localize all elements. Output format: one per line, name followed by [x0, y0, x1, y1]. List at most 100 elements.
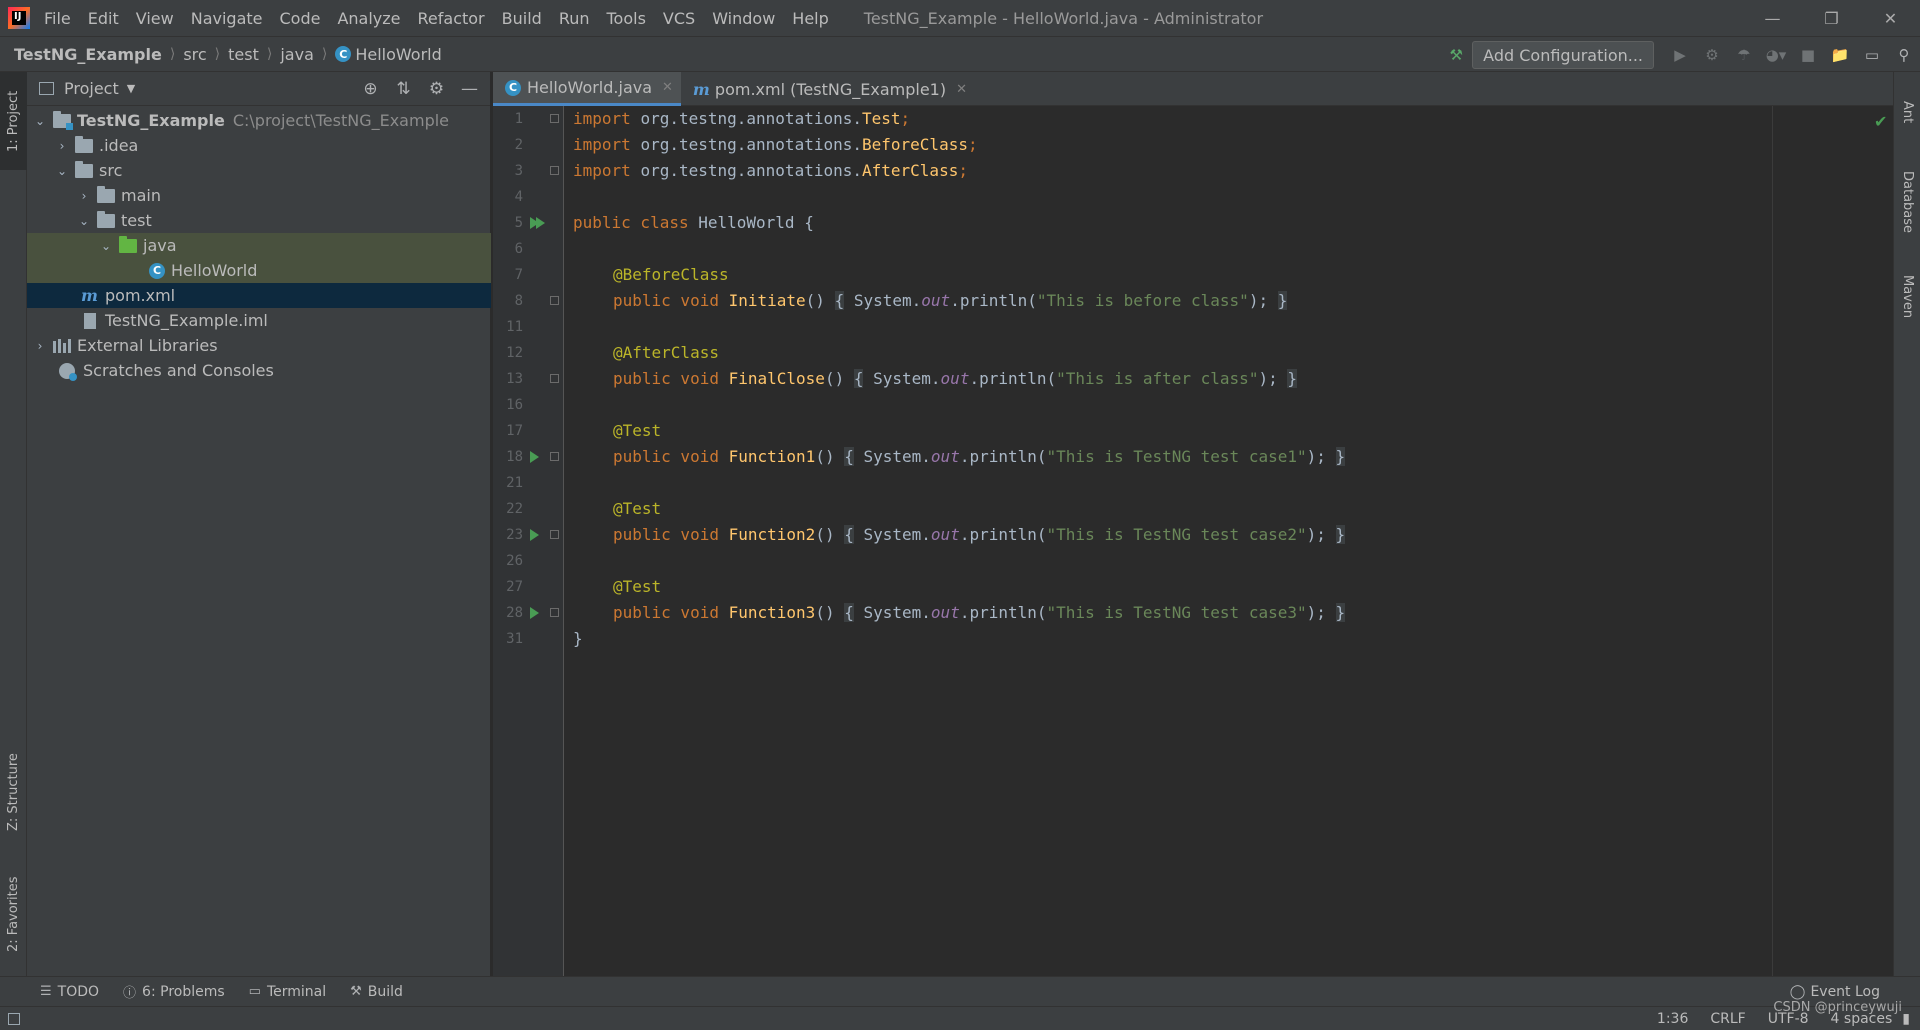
static-field: out: [921, 291, 951, 310]
run-test-icon[interactable]: [530, 444, 542, 470]
line-separator[interactable]: CRLF: [1710, 1011, 1745, 1027]
chevron-down-icon[interactable]: ⌄: [55, 164, 69, 178]
line-number: 21: [506, 475, 523, 491]
fold-icon[interactable]: [550, 608, 559, 617]
menu-code[interactable]: Code: [280, 9, 321, 28]
chevron-right-icon[interactable]: ›: [55, 139, 69, 153]
fold-icon[interactable]: [550, 530, 559, 539]
todo-label: TODO: [57, 983, 100, 1000]
fold-icon[interactable]: [550, 374, 559, 383]
menu-run[interactable]: Run: [559, 9, 590, 28]
breadcrumb-java[interactable]: java: [280, 45, 314, 64]
build-hammer-icon[interactable]: ⚒: [1440, 37, 1472, 73]
tree-item-pom-xml[interactable]: m pom.xml: [27, 283, 491, 308]
breadcrumb-src[interactable]: src: [183, 45, 206, 64]
tree-item-external-libraries[interactable]: › External Libraries: [27, 333, 491, 358]
profile-icon[interactable]: ◕▾: [1760, 37, 1792, 73]
tool-window-ant-tab[interactable]: Ant: [1894, 82, 1920, 142]
tree-item-project-root[interactable]: ⌄ TestNG_Example C:\project\TestNG_Examp…: [27, 108, 491, 133]
menu-build[interactable]: Build: [502, 9, 542, 28]
fold-icon[interactable]: [550, 296, 559, 305]
tool-window-database-tab[interactable]: Database: [1894, 152, 1920, 252]
caret-position[interactable]: 1:36: [1657, 1011, 1688, 1027]
menu-window[interactable]: Window: [712, 9, 775, 28]
line-number: 31: [506, 631, 523, 647]
project-view-selector[interactable]: Project: [64, 79, 119, 98]
code-editor[interactable]: 1 2 3 4 5 6 7 8 11 12 13 16 17 18 21 22 …: [493, 106, 1893, 976]
tree-item-idea[interactable]: › .idea: [27, 133, 491, 158]
breadcrumb-helloworld[interactable]: HelloWorld: [355, 45, 441, 64]
menu-vcs[interactable]: VCS: [663, 9, 695, 28]
brace: {: [834, 291, 845, 310]
hide-panel-icon[interactable]: —: [453, 79, 486, 99]
tab-label: pom.xml (TestNG_Example1): [714, 79, 947, 99]
breadcrumb-separator-icon: ⟩: [214, 46, 221, 62]
locate-target-icon[interactable]: ⊕: [354, 79, 387, 99]
tool-window-maven-tab[interactable]: Maven: [1894, 257, 1920, 337]
code-line: import org.testng.annotations.Test;: [573, 106, 910, 132]
minimize-icon[interactable]: —: [1743, 0, 1802, 36]
close-icon[interactable]: ✕: [956, 82, 967, 97]
run-icon[interactable]: ▶: [1664, 37, 1696, 73]
fold-icon[interactable]: [550, 114, 559, 123]
tree-item-helloworld[interactable]: C HelloWorld: [27, 258, 491, 283]
fold-icon[interactable]: [550, 166, 559, 175]
menu-analyze[interactable]: Analyze: [337, 9, 400, 28]
run-class-icon[interactable]: [530, 210, 542, 236]
tool-window-project-tab[interactable]: 1: Project: [0, 72, 27, 170]
coverage-icon[interactable]: ☂: [1728, 37, 1760, 73]
close-icon[interactable]: ✕: [662, 80, 673, 95]
menu-bar: IJ File Edit View Navigate Code Analyze …: [0, 0, 1920, 36]
add-configuration-button[interactable]: Add Configuration...: [1472, 41, 1654, 69]
run-test-icon[interactable]: [530, 600, 542, 626]
chevron-right-icon[interactable]: ›: [77, 189, 91, 203]
tool-window-structure-tab[interactable]: Z: Structure: [0, 740, 27, 844]
breadcrumb-project[interactable]: TestNG_Example: [14, 45, 162, 64]
tree-item-src[interactable]: ⌄ src: [27, 158, 491, 183]
menu-tools[interactable]: Tools: [607, 9, 646, 28]
annotation: @Test: [613, 577, 662, 596]
tool-window-problems-tab[interactable]: ⓘ 6: Problems: [123, 982, 225, 1002]
stop-icon[interactable]: ■: [1792, 37, 1824, 73]
search-icon[interactable]: ⚲: [1888, 37, 1920, 73]
inspection-ok-icon[interactable]: ✔: [1874, 112, 1887, 131]
fold-icon[interactable]: [550, 452, 559, 461]
string-literal: "This is before class": [1036, 291, 1249, 310]
tree-item-main[interactable]: › main: [27, 183, 491, 208]
gear-icon[interactable]: ⚙: [420, 79, 453, 99]
tool-window-todo-tab[interactable]: ☰ TODO: [40, 984, 99, 1000]
lock-icon[interactable]: ▮: [1902, 1011, 1910, 1027]
chevron-right-icon[interactable]: ›: [33, 339, 47, 353]
debug-icon[interactable]: ⚙: [1696, 37, 1728, 73]
project-structure-icon[interactable]: 📁: [1824, 37, 1856, 73]
chevron-down-icon[interactable]: ▼: [127, 82, 135, 95]
tool-window-favorites-tab[interactable]: 2: Favorites: [0, 864, 27, 964]
menu-edit[interactable]: Edit: [88, 9, 119, 28]
presentation-icon[interactable]: ▭: [1856, 37, 1888, 73]
tree-item-test[interactable]: ⌄ test: [27, 208, 491, 233]
tab-helloworld-java[interactable]: C HelloWorld.java ✕: [493, 72, 681, 106]
tree-item-java[interactable]: ⌄ java: [27, 233, 491, 258]
menu-file[interactable]: File: [44, 9, 71, 28]
chevron-down-icon[interactable]: ⌄: [99, 239, 113, 253]
tree-item-iml[interactable]: TestNG_Example.iml: [27, 308, 491, 333]
toggle-tool-windows-icon[interactable]: [8, 1012, 20, 1025]
code-line: public void Function1() { System.out.pri…: [613, 444, 1346, 470]
collapse-all-icon[interactable]: ⇅: [387, 79, 420, 99]
chevron-down-icon[interactable]: ⌄: [33, 114, 47, 128]
restore-icon[interactable]: ❐: [1802, 0, 1861, 36]
chevron-down-icon[interactable]: ⌄: [77, 214, 91, 228]
run-test-icon[interactable]: [530, 522, 542, 548]
tab-pom-xml[interactable]: m pom.xml (TestNG_Example1) ✕: [681, 72, 975, 106]
tool-window-terminal-tab[interactable]: ▭ Terminal: [249, 984, 326, 1000]
menu-view[interactable]: View: [136, 9, 174, 28]
menu-help[interactable]: Help: [792, 9, 828, 28]
breadcrumb-test[interactable]: test: [228, 45, 259, 64]
menu-refactor[interactable]: Refactor: [418, 9, 485, 28]
menu-navigate[interactable]: Navigate: [191, 9, 263, 28]
close-icon[interactable]: ✕: [1861, 0, 1920, 36]
tool-window-build-tab[interactable]: ⚒ Build: [350, 984, 403, 1000]
project-tool-window: Project ▼ ⊕ ⇅ ⚙ — ⌄ TestNG_Example C:\pr…: [27, 72, 491, 976]
tree-label: pom.xml: [105, 286, 176, 305]
tree-item-scratches[interactable]: Scratches and Consoles: [27, 358, 491, 383]
